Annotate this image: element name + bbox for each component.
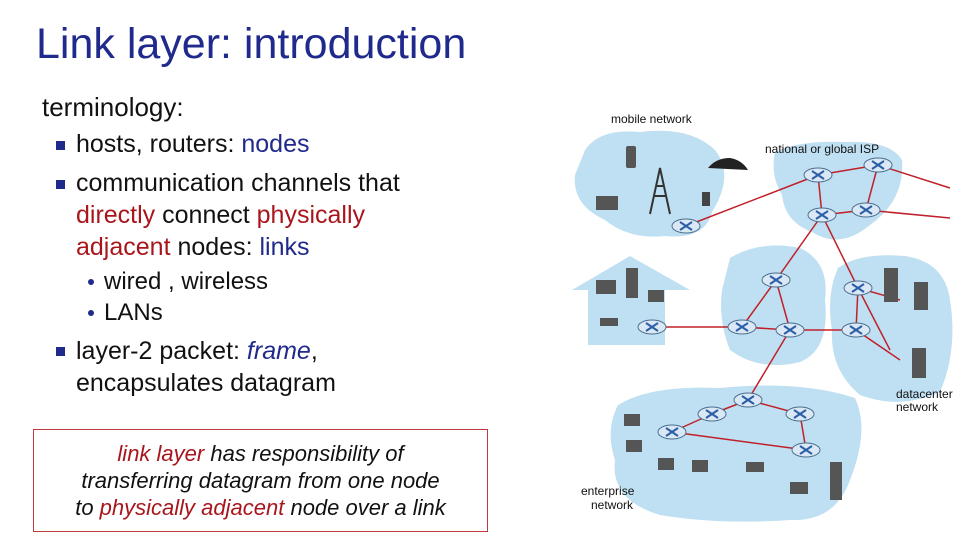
mobile-network-cloud: [574, 130, 725, 237]
definition-callout: link layer has responsibility of transfe…: [33, 429, 488, 532]
callout-text: to: [75, 495, 100, 520]
label-datacenter-network: network: [896, 400, 939, 414]
term-nodes: nodes: [241, 130, 310, 158]
router-icon: [803, 167, 833, 183]
router-icon: [697, 406, 727, 422]
label-mobile-network: mobile network: [611, 112, 693, 126]
bullet-text: nodes:: [170, 233, 260, 261]
term-frame: frame: [246, 337, 311, 365]
server-rack-icon: [912, 348, 926, 378]
core-cloud: [721, 245, 826, 366]
term-links: links: [259, 233, 310, 261]
laptop-icon: [596, 280, 616, 294]
computer-icon: [648, 290, 664, 302]
network-diagram: mobile network national or global ISP da…: [572, 112, 953, 522]
router-icon: [761, 272, 791, 288]
enterprise-cloud: [610, 385, 862, 522]
router-icon: [791, 442, 821, 458]
computer-icon: [624, 414, 640, 426]
bullet-text: ,: [310, 337, 318, 365]
laptop-icon: [790, 482, 808, 494]
router-icon: [863, 157, 893, 173]
phone-icon: [626, 146, 636, 168]
bullet-text: encapsulates datagram: [76, 369, 336, 397]
bullet-marker: [56, 141, 65, 150]
sub-bullet-marker: [88, 310, 94, 316]
router-icon: [775, 322, 805, 338]
router-icon: [807, 207, 837, 223]
bullet-nodes: hosts, routers: nodes: [76, 128, 309, 160]
router-icon: [843, 280, 873, 296]
callout-text: node over a link: [284, 495, 446, 520]
computer-icon: [658, 458, 674, 470]
computer-icon: [692, 460, 708, 472]
router-icon: [671, 218, 701, 234]
router-icon: [637, 319, 667, 335]
traffic-light-icon: [702, 192, 710, 206]
callout-term: physically adjacent: [99, 495, 285, 520]
callout-text: has responsibility of: [204, 441, 404, 466]
slide-title: Link layer: introduction: [36, 20, 467, 68]
server-rack-icon: [884, 268, 898, 302]
server-icon: [626, 268, 638, 298]
laptop-icon: [596, 196, 618, 210]
server-rack-icon: [914, 282, 928, 310]
terminology-heading: terminology:: [42, 92, 184, 122]
bullet-links: communication channels that directly con…: [76, 167, 400, 263]
bullet-text: layer-2 packet:: [76, 337, 247, 365]
wifi-router-icon: [746, 462, 764, 472]
callout-text: transferring datagram from one node: [81, 468, 440, 493]
router-icon: [851, 202, 881, 218]
router-icon: [733, 392, 763, 408]
bullet-marker: [56, 180, 65, 189]
bullet-marker: [56, 347, 65, 356]
label-datacenter: datacenter: [896, 387, 953, 401]
isp-cloud: [773, 141, 903, 240]
bullet-text: connect: [155, 201, 257, 229]
label-enterprise-network: network: [591, 498, 634, 512]
router-icon: [841, 322, 871, 338]
bullet-text: hosts, routers:: [76, 130, 242, 158]
label-enterprise: enterprise: [581, 484, 635, 498]
callout-term: link layer: [117, 441, 205, 466]
term-adjacent: adjacent: [76, 233, 171, 261]
sub-bullet-lans: LANs: [104, 299, 163, 326]
wifi-router-icon: [600, 318, 618, 326]
computer-icon: [626, 440, 642, 452]
term-directly: directly: [76, 201, 156, 229]
label-isp: national or global ISP: [765, 142, 879, 156]
sub-bullet-marker: [88, 279, 94, 285]
router-icon: [785, 406, 815, 422]
bullet-text: communication channels that: [76, 169, 400, 197]
term-physically: physically: [256, 201, 366, 229]
router-icon: [657, 424, 687, 440]
sub-bullet-wired: wired , wireless: [104, 268, 269, 295]
router-icon: [727, 319, 757, 335]
server-icon: [830, 462, 842, 500]
bullet-frame: layer-2 packet: frame, encapsulates data…: [76, 335, 336, 399]
